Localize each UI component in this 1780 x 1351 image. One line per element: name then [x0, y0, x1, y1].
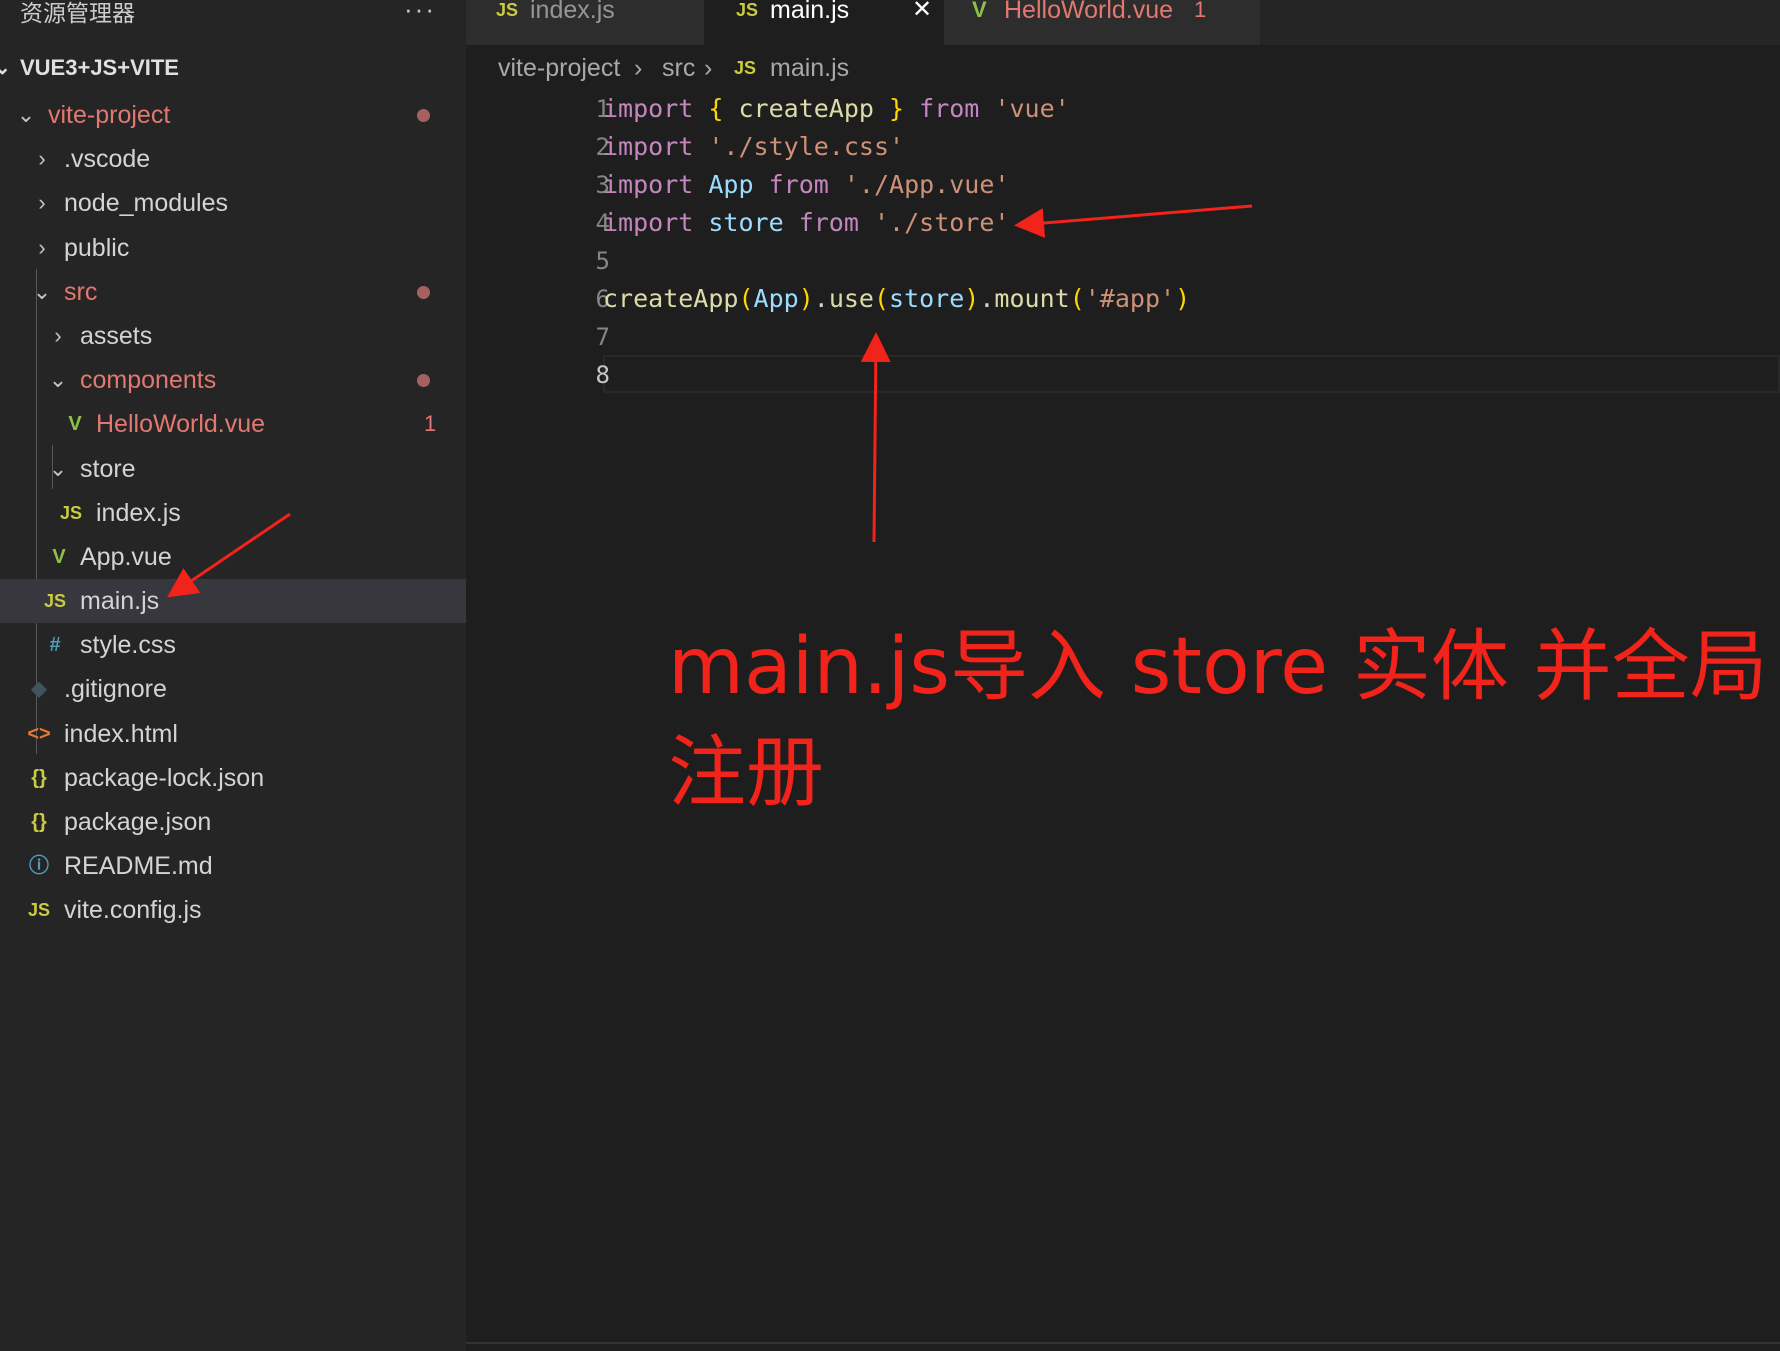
annotation-arrow [860, 332, 891, 543]
annotation-arrow [1014, 204, 1253, 238]
annotation-arrows [167, 204, 1253, 598]
annotation-arrow [167, 512, 291, 598]
